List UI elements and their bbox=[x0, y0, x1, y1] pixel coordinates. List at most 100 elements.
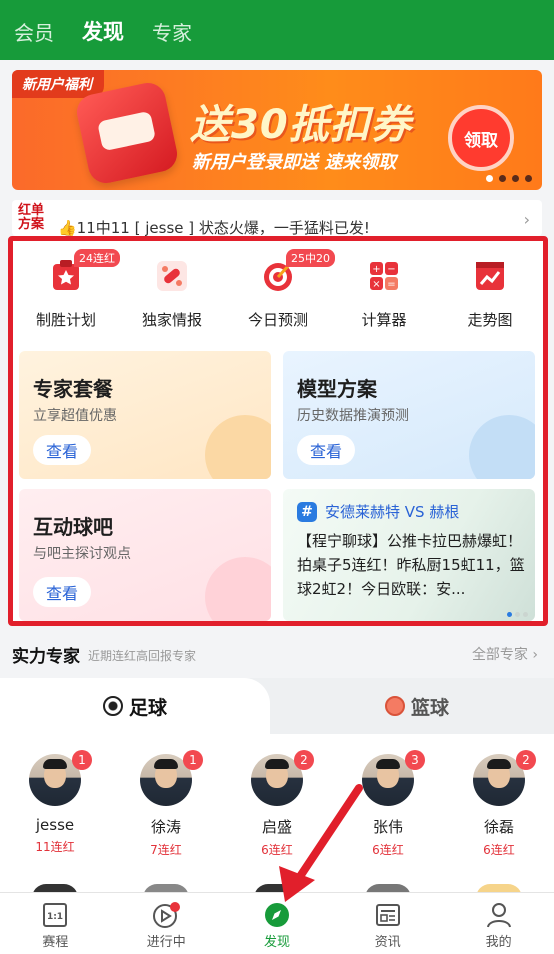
svg-text:+: + bbox=[372, 264, 380, 275]
model-plan-card[interactable]: 模型方案 历史数据推演预测 查看 bbox=[283, 351, 535, 479]
section-subtitle: 近期连红高回报专家 bbox=[88, 649, 197, 663]
tab-football[interactable]: 足球 bbox=[0, 678, 270, 734]
view-button[interactable]: 查看 bbox=[33, 577, 91, 607]
play-icon bbox=[153, 902, 181, 928]
quick-icon-label: 制胜计划 bbox=[35, 311, 96, 329]
rank-badge: 2 bbox=[516, 750, 536, 770]
nav-profile[interactable]: 我的 bbox=[443, 893, 554, 954]
pager-dot bbox=[523, 612, 528, 617]
all-experts-link[interactable]: 全部专家 › bbox=[472, 644, 538, 664]
exclusive-news-icon bbox=[149, 253, 195, 299]
match-post-card[interactable]: # 安德莱赫特 VS 赫根 【程宁聊球】公推卡拉巴赫爆虹！拍桌子5连红！昨私厨1… bbox=[283, 489, 535, 621]
carousel-dot bbox=[525, 175, 532, 182]
section-title: 实力专家 bbox=[12, 647, 80, 667]
expert-streak: 6连红 bbox=[372, 843, 404, 857]
expert-item[interactable]: 2 启盛 6连红 bbox=[222, 750, 332, 858]
banner-headline: 送30抵扣券 bbox=[190, 102, 412, 148]
nav-live[interactable]: 进行中 bbox=[111, 893, 222, 954]
svg-text:−: − bbox=[387, 264, 395, 275]
card-title: 专家套餐 bbox=[33, 377, 113, 401]
post-body: 【程宁聊球】公推卡拉巴赫爆虹！拍桌子5连红！昨私厨15虹11，篮球2虹2！今日欧… bbox=[297, 532, 525, 598]
match-header: # 安德莱赫特 VS 赫根 bbox=[297, 501, 459, 522]
tab-member[interactable]: 会员 bbox=[14, 17, 54, 46]
news-icon bbox=[375, 904, 400, 926]
carousel-dots bbox=[486, 175, 532, 182]
expert-streak: 6连红 bbox=[483, 843, 515, 857]
red-plan-ticker[interactable]: 红单 方案 👍11中11 [ jesse ] 状态火爆，一手猛料已发! › bbox=[12, 200, 542, 236]
expert-streak: 11连红 bbox=[35, 840, 75, 854]
hit-rate-badge: 25中20 bbox=[286, 249, 335, 267]
quick-icon-today-prediction[interactable]: 25中20 今日预测 bbox=[228, 249, 335, 330]
ticker-label-line1: 红单 bbox=[18, 203, 45, 218]
quick-icon-calculator[interactable]: + − × = 计算器 bbox=[334, 253, 434, 330]
banner-subline: 新用户登录即送 速来领取 bbox=[192, 152, 397, 173]
nav-schedule[interactable]: 1:1 赛程 bbox=[0, 893, 111, 954]
ticker-message: 👍11中11 [ jesse ] 状态火爆，一手猛料已发! bbox=[58, 219, 370, 236]
rank-badge: 3 bbox=[405, 750, 425, 770]
quick-icon-trend-chart[interactable]: 走势图 bbox=[440, 253, 540, 330]
compass-icon bbox=[264, 903, 289, 927]
community-card[interactable]: 互动球吧 与吧主探讨观点 查看 bbox=[19, 489, 271, 621]
badge-decoration-icon bbox=[205, 415, 271, 479]
quick-icon-label: 独家情报 bbox=[141, 311, 202, 329]
expert-streak: 7连红 bbox=[150, 843, 182, 857]
soccer-ball-icon bbox=[102, 696, 123, 716]
expert-name: jesse bbox=[35, 816, 75, 834]
card-title: 模型方案 bbox=[297, 377, 377, 401]
view-button[interactable]: 查看 bbox=[33, 435, 91, 465]
expert-item[interactable]: 1 徐涛 7连红 bbox=[111, 750, 221, 858]
tab-basketball[interactable]: 篮球 bbox=[280, 678, 554, 734]
view-button[interactable]: 查看 bbox=[297, 435, 355, 465]
expert-list: 1 jesse 11连红 1 徐涛 7连红 2 启盛 6连红 3 张伟 6连红 … bbox=[0, 734, 554, 898]
person-icon bbox=[486, 903, 511, 928]
expert-name: 徐磊 bbox=[483, 818, 514, 836]
sport-tabs: 足球 篮球 bbox=[0, 678, 554, 734]
promo-banner[interactable]: 新用户福利 送30抵扣券 新用户登录即送 速来领取 领取 bbox=[12, 70, 542, 190]
svg-text:×: × bbox=[372, 279, 380, 290]
chevron-right-icon: › bbox=[523, 210, 530, 229]
quick-icon-winning-plan[interactable]: 24连红 制胜计划 bbox=[16, 249, 120, 330]
discover-panel: 24连红 制胜计划 独家情报 25中20 今日预测 + − × = 计算器 走势… bbox=[8, 236, 548, 626]
tab-discover[interactable]: 发现 bbox=[82, 16, 124, 46]
nav-label: 发现 bbox=[263, 935, 290, 950]
quick-icon-label: 走势图 bbox=[467, 311, 513, 329]
nav-label: 赛程 bbox=[42, 935, 69, 950]
ticker-label: 红单 方案 bbox=[18, 204, 48, 232]
post-pager-dots bbox=[507, 612, 528, 617]
nav-news[interactable]: 资讯 bbox=[332, 893, 443, 954]
quick-icons-row: 24连红 制胜计划 独家情报 25中20 今日预测 + − × = 计算器 走势… bbox=[13, 249, 543, 330]
ticker-label-line2: 方案 bbox=[18, 217, 45, 232]
expert-name: 徐涛 bbox=[150, 818, 181, 836]
svg-text:1:1: 1:1 bbox=[47, 912, 63, 922]
expert-name: 张伟 bbox=[372, 818, 403, 836]
quick-icon-label: 今日预测 bbox=[247, 311, 308, 329]
pager-dot bbox=[507, 612, 512, 617]
tab-experts[interactable]: 专家 bbox=[152, 17, 192, 46]
claim-button[interactable]: 领取 bbox=[448, 105, 514, 171]
expert-item[interactable]: 2 徐磊 6连红 bbox=[444, 750, 554, 858]
card-title: 互动球吧 bbox=[33, 515, 113, 539]
cube-decoration-icon bbox=[469, 415, 535, 479]
gift-envelope-icon bbox=[73, 79, 181, 187]
streak-badge: 24连红 bbox=[74, 249, 120, 267]
rank-badge: 1 bbox=[183, 750, 203, 770]
expert-package-card[interactable]: 专家套餐 立享超值优惠 查看 bbox=[19, 351, 271, 479]
carousel-dot bbox=[499, 175, 506, 182]
pager-dot bbox=[515, 612, 520, 617]
card-subtitle: 历史数据推演预测 bbox=[297, 408, 409, 424]
svg-text:=: = bbox=[387, 279, 395, 290]
carousel-dot bbox=[486, 175, 493, 182]
card-subtitle: 与吧主探讨观点 bbox=[33, 546, 131, 562]
all-experts-label: 全部专家 bbox=[471, 647, 528, 663]
calculator-icon: + − × = bbox=[361, 253, 407, 299]
carousel-dot bbox=[512, 175, 519, 182]
rank-badge: 1 bbox=[72, 750, 92, 770]
signal-decoration-icon bbox=[205, 557, 271, 621]
nav-discover[interactable]: 发现 bbox=[222, 893, 333, 954]
quick-icon-exclusive-news[interactable]: 独家情报 bbox=[122, 253, 222, 330]
expert-item[interactable]: 3 张伟 6连红 bbox=[333, 750, 443, 858]
nav-label: 我的 bbox=[485, 935, 512, 950]
tab-football-label: 足球 bbox=[128, 696, 167, 719]
quick-icon-label: 计算器 bbox=[361, 311, 407, 329]
expert-item[interactable]: 1 jesse 11连红 bbox=[0, 750, 110, 855]
